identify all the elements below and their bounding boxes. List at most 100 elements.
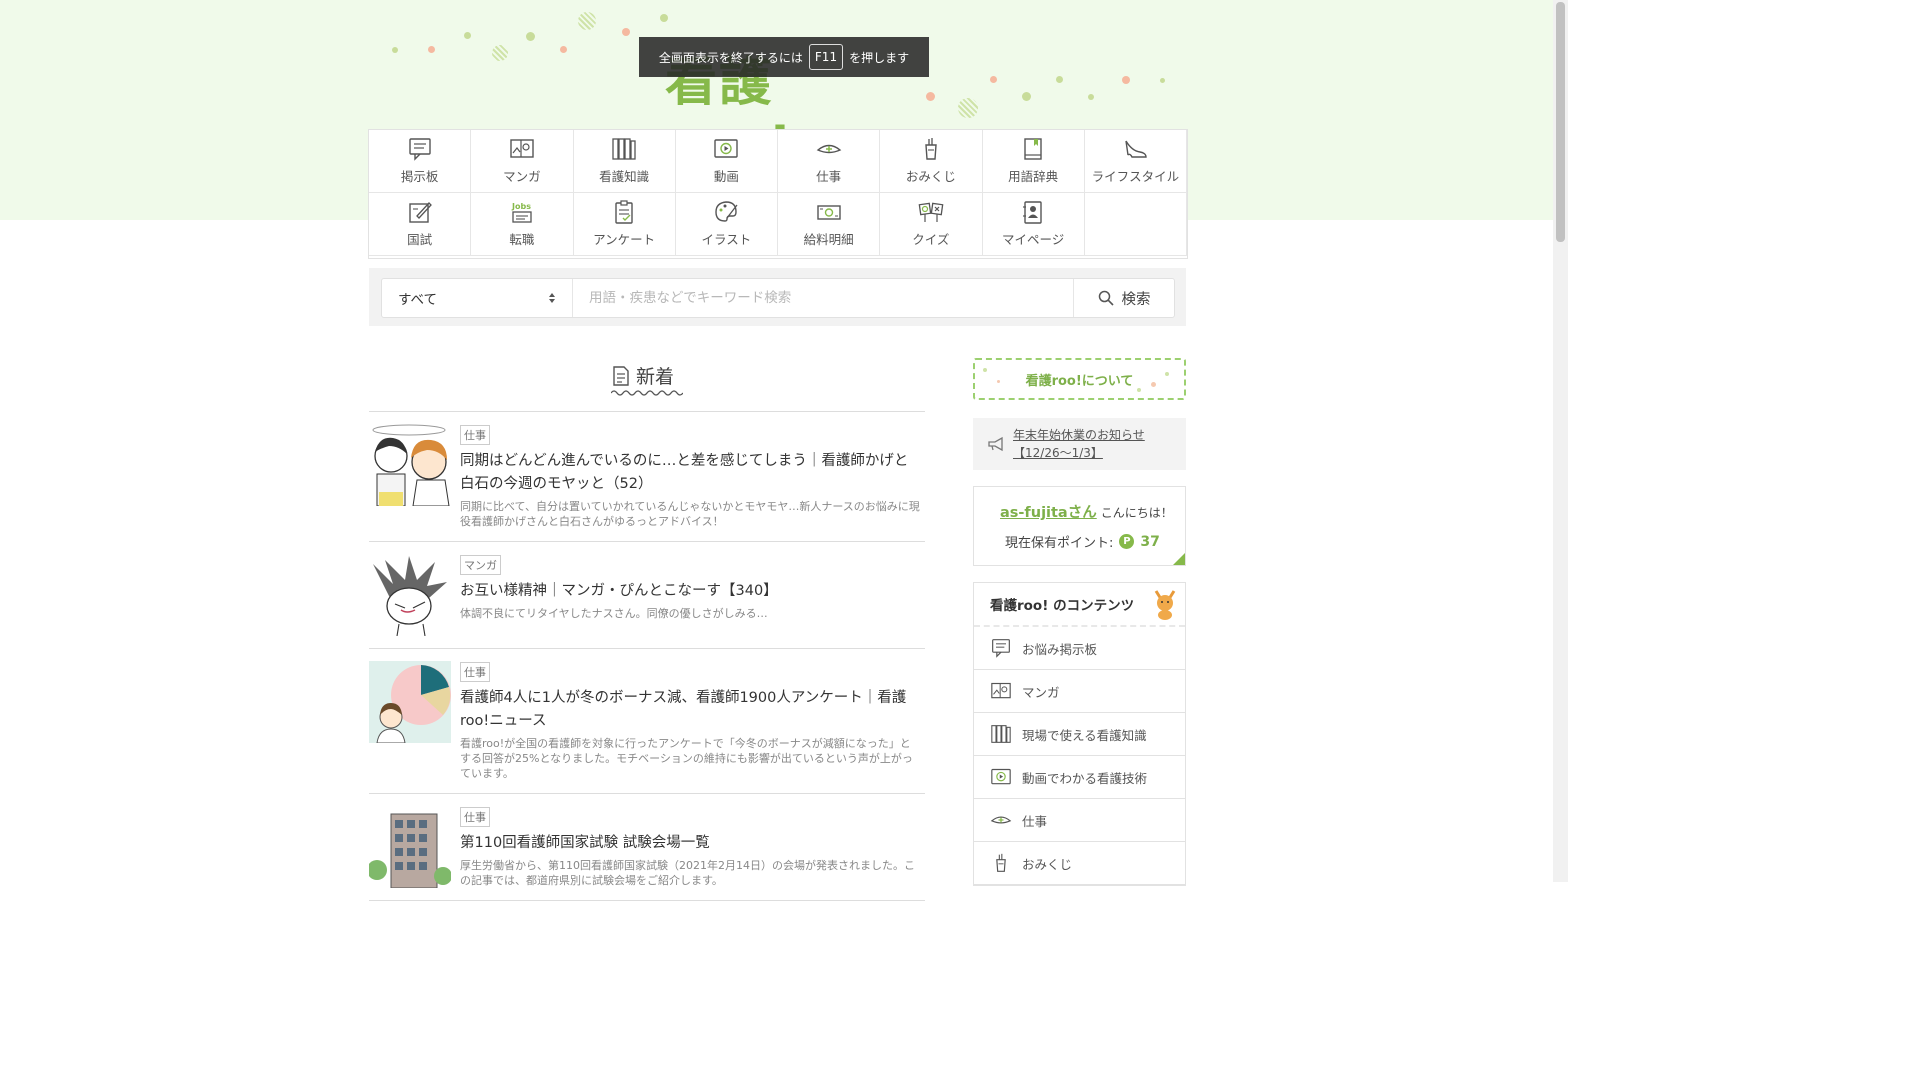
article-title[interactable]: 同期はどんどん進んでいるのに…と差を感じてしまう｜看護師かげと白石の今週のモヤッ… [460, 450, 921, 496]
nav-item-lifestyle[interactable]: ライフスタイル [1084, 130, 1187, 193]
about-button[interactable]: 看護roo!について [973, 358, 1186, 400]
article-item[interactable]: 仕事 同期はどんどん進んでいるのに…と差を感じてしまう｜看護師かげと白石の今週の… [369, 412, 925, 542]
article-description: 同期に比べて、自分は置いていかれているんじゃないかとモヤモヤ…新人ナースのお悩み… [460, 500, 920, 528]
nav-item-salary[interactable]: 給料明細 [778, 193, 881, 256]
nav-item-nursing-knowledge[interactable]: 看護知識 [573, 130, 676, 193]
contents-item-nursing-knowledge[interactable]: 現場で使える看護知識 [974, 713, 1185, 756]
nav-item-career-change[interactable]: Jobs 転職 [471, 193, 574, 256]
manga-icon [991, 682, 1011, 699]
notice-box: 年末年始休業のお知らせ 【12/26～1/3】 [973, 418, 1186, 470]
nav-label: おみくじ [905, 169, 956, 184]
nav-item-empty [1084, 193, 1187, 256]
high-heel-icon [1125, 140, 1148, 158]
contents-title: 看護roo! のコンテンツ [990, 598, 1135, 614]
svg-text:Jobs: Jobs [511, 202, 531, 211]
contents-item-manga[interactable]: マンガ [974, 670, 1185, 713]
notice-line-1: 年末年始休業のお知らせ [1013, 428, 1145, 442]
notice-link[interactable]: 年末年始休業のお知らせ 【12/26～1/3】 [1013, 426, 1145, 462]
nav-label: イラスト [701, 232, 752, 247]
money-icon [816, 205, 841, 220]
decor-dot [1022, 92, 1031, 101]
omikuji-icon [925, 138, 937, 160]
nav-label: マンガ [503, 169, 541, 184]
palette-icon [715, 201, 738, 222]
search-input[interactable] [573, 279, 1073, 317]
article-title[interactable]: 第110回看護師国家試験 試験会場一覧 [460, 832, 921, 855]
sidebar: 看護roo!について 年末年始休業のお知らせ 【12/26～1/3】 as-fuj… [973, 358, 1186, 886]
nav-label: 用語辞典 [1008, 169, 1059, 184]
section-title: 新着 [636, 366, 675, 388]
points-badge: P [1119, 534, 1135, 549]
bulletin-board-icon [992, 639, 1010, 658]
article-feed: 仕事 同期はどんどん進んでいるのに…と差を感じてしまう｜看護師かげと白石の今週の… [369, 411, 925, 901]
nav-item-quiz[interactable]: クイズ [880, 193, 983, 256]
article-item[interactable]: 仕事 第110回看護師国家試験 試験会場一覧 厚生労働省から、第110回看護師国… [369, 794, 925, 901]
toast-text-after: を押します [849, 50, 910, 65]
user-card: as-fujitaさん こんにちは！ 現在保有ポイント: P 37 [973, 486, 1186, 566]
decor-dot [622, 28, 630, 36]
contents-item-job[interactable]: 仕事 [974, 799, 1185, 842]
category-select[interactable]: すべて [382, 279, 573, 317]
nav-item-job[interactable]: 仕事 [778, 130, 881, 193]
scrollbar-thumb[interactable] [1556, 2, 1565, 242]
article-tag[interactable]: 仕事 [460, 662, 490, 682]
contents-item-label: おみくじ [1022, 856, 1073, 872]
nav-item-illustration[interactable]: イラスト [675, 193, 778, 256]
user-greeting: こんにちは！ [1100, 506, 1173, 520]
contents-item-bulletin-board[interactable]: お悩み掲示板 [974, 627, 1185, 670]
about-label: 看護roo!について [1025, 373, 1134, 389]
nav-item-video[interactable]: 動画 [675, 130, 778, 193]
nav-item-omikuji[interactable]: おみくじ [880, 130, 983, 193]
nav-item-manga[interactable]: マンガ [471, 130, 574, 193]
title-underline-wave [611, 390, 683, 396]
article-tag[interactable]: マンガ [460, 555, 501, 575]
user-name-link[interactable]: as-fujitaさん [1000, 501, 1097, 522]
video-icon [991, 768, 1011, 785]
decor-dot [990, 76, 997, 83]
megaphone-icon [988, 436, 1003, 452]
decor-dot [1088, 94, 1094, 100]
article-item[interactable]: マンガ お互い様精神｜マンガ・ぴんとこなーす【340】 体調不良にてリタイヤした… [369, 542, 925, 649]
category-nav: 掲示板 マンガ 看護知識 動画 仕事 おみくじ 用語辞典 ライフスタイル 国試 … [368, 129, 1188, 259]
nav-item-mypage[interactable]: マイページ [982, 193, 1085, 256]
article-description: 厚生労働省から、第110回看護師国家試験（2021年2月14日）の会場が発表され… [460, 859, 915, 887]
article-title[interactable]: 看護師4人に1人が冬のボーナス減、看護師1900人アンケート｜看護roo!ニュー… [460, 687, 921, 733]
points-label: 現在保有ポイント: [1005, 536, 1114, 551]
corner-triangle-icon [1173, 553, 1185, 565]
article-thumbnail[interactable] [369, 661, 451, 743]
article-thumbnail[interactable] [369, 424, 451, 506]
user-greeting-row: as-fujitaさん こんにちは！ [1000, 501, 1173, 522]
search-button[interactable]: 検索 [1073, 279, 1174, 317]
nav-label: 国試 [407, 232, 433, 247]
bulletin-board-icon [408, 138, 431, 161]
jobs-icon: Jobs [511, 202, 532, 223]
decor-dot [660, 14, 668, 22]
books-icon [991, 725, 1011, 743]
nav-item-survey[interactable]: アンケート [573, 193, 676, 256]
article-tag[interactable]: 仕事 [460, 807, 490, 827]
nav-item-exam[interactable]: 国試 [369, 193, 472, 256]
mypage-icon [1023, 201, 1042, 224]
nurse-cap-icon [816, 144, 841, 154]
notice-line-2: 【12/26～1/3】 [1013, 446, 1103, 460]
nav-label: 転職 [509, 232, 535, 247]
search-icon [1098, 290, 1114, 306]
nav-item-dictionary[interactable]: 用語辞典 [982, 130, 1085, 193]
article-item[interactable]: 仕事 看護師4人に1人が冬のボーナス減、看護師1900人アンケート｜看護roo!… [369, 649, 925, 794]
decor-dot [983, 368, 987, 372]
article-tag[interactable]: 仕事 [460, 425, 490, 445]
toast-key: F11 [808, 44, 844, 70]
contents-item-omikuji[interactable]: おみくじ [974, 842, 1185, 885]
article-thumbnail[interactable] [369, 554, 451, 636]
article-title[interactable]: お互い様精神｜マンガ・ぴんとこなーす【340】 [460, 580, 921, 603]
nav-label: 給料明細 [803, 232, 854, 247]
nav-item-bulletin-board[interactable]: 掲示板 [369, 130, 472, 193]
article-thumbnail[interactable] [369, 806, 451, 888]
contents-item-label: 仕事 [1022, 813, 1048, 829]
decor-dot [958, 98, 978, 118]
decor-dot [526, 32, 535, 41]
nav-label: マイページ [1001, 232, 1065, 247]
sort-arrows-icon [549, 293, 555, 303]
contents-item-video[interactable]: 動画でわかる看護技術 [974, 756, 1185, 799]
article-description: 看護roo!が全国の看護師を対象に行ったアンケートで「今冬のボーナスが減額になっ… [460, 737, 913, 780]
